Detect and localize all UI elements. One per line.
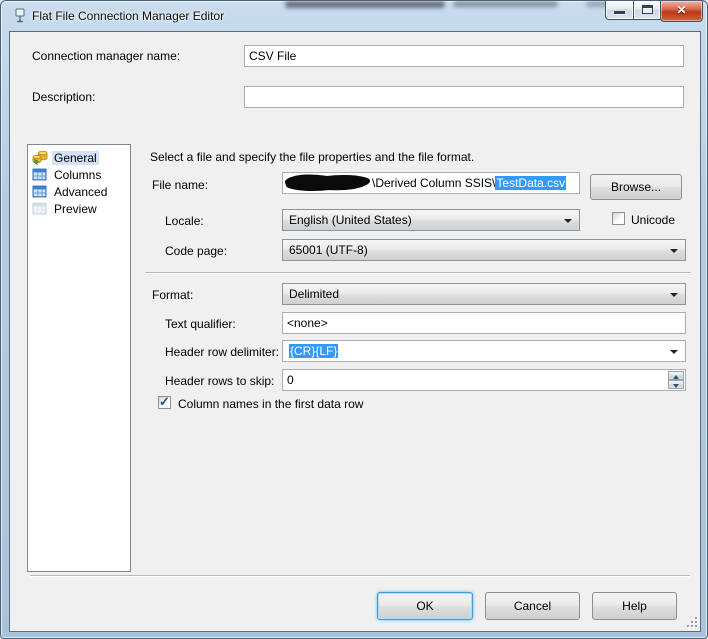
description-label: Description: <box>32 90 96 104</box>
spinner-up-icon <box>673 374 679 379</box>
code-page-label: Code page: <box>165 244 228 258</box>
browse-button[interactable]: Browse... <box>590 174 682 200</box>
connection-manager-name-label: Connection manager name: <box>32 49 181 63</box>
header-row-delimiter-dropdown[interactable]: {CR}{LF} <box>282 340 686 362</box>
minimize-button[interactable] <box>605 1 634 20</box>
window-frame: Flat File Connection Manager Editor ✕ Co… <box>0 0 708 639</box>
code-page-value: 65001 (UTF-8) <box>289 243 368 257</box>
header-row-delimiter-label: Header row delimiter: <box>165 345 280 359</box>
sidebar-item-advanced[interactable]: Advanced <box>28 183 130 200</box>
chevron-down-icon <box>670 350 678 354</box>
chevron-down-icon <box>670 293 678 297</box>
format-dropdown[interactable]: Delimited <box>282 283 686 305</box>
column-names-checkbox-label[interactable]: Column names in the first data row <box>178 397 363 411</box>
spinner-down-button[interactable] <box>668 380 684 389</box>
checkmark-icon: ✓ <box>159 394 170 409</box>
unicode-checkbox[interactable] <box>612 212 625 225</box>
connection-manager-name-input[interactable]: CSV File <box>244 45 684 67</box>
locale-dropdown[interactable]: English (United States) <box>282 209 580 231</box>
title-bar: Flat File Connection Manager Editor ✕ <box>1 1 707 31</box>
sidebar-item-columns[interactable]: Columns <box>28 166 130 183</box>
file-name-input[interactable]: \Derived Column SSIS\ TestData.csv <box>282 172 580 194</box>
section-separator <box>145 272 691 273</box>
text-qualifier-label: Text qualifier: <box>165 317 236 331</box>
sidebar-item-label: General <box>52 150 99 165</box>
dialog-body: Connection manager name: CSV File Descri… <box>9 31 701 632</box>
maximize-button[interactable] <box>633 1 661 20</box>
dialog-icon <box>13 8 27 24</box>
code-page-dropdown[interactable]: 65001 (UTF-8) <box>282 239 686 261</box>
format-value: Delimited <box>289 287 340 301</box>
spinner-up-button[interactable] <box>668 371 684 380</box>
format-label: Format: <box>152 288 194 302</box>
sidebar-item-preview[interactable]: Preview <box>28 200 130 217</box>
cancel-button[interactable]: Cancel <box>485 592 580 620</box>
ok-button[interactable]: OK <box>377 592 473 620</box>
table-icon <box>32 167 48 183</box>
sidebar-item-label: Columns <box>54 167 102 182</box>
locale-label: Locale: <box>165 214 204 228</box>
file-name-label: File name: <box>152 178 209 192</box>
locale-value: English (United States) <box>289 213 412 227</box>
spinner-down-icon <box>673 383 679 388</box>
maximize-icon <box>642 5 653 14</box>
chevron-down-icon <box>564 219 572 223</box>
table-icon <box>32 184 48 200</box>
header-rows-to-skip-label: Header rows to skip: <box>165 374 275 388</box>
header-row-delimiter-value: {CR}{LF} <box>289 344 339 358</box>
sidebar-item-general[interactable]: General <box>28 149 130 166</box>
resize-grip[interactable] <box>687 617 697 627</box>
redaction-scribble <box>285 174 370 192</box>
header-rows-to-skip-input[interactable]: 0 <box>282 369 686 391</box>
sidebar-item-label: Advanced <box>54 184 108 199</box>
pages-listbox: General Columns Advanced Preview <box>27 144 131 572</box>
close-icon: ✕ <box>676 3 687 17</box>
text-qualifier-value: <none> <box>287 316 328 330</box>
file-path-text: \Derived Column SSIS\ <box>372 176 496 190</box>
table-muted-icon <box>32 201 48 217</box>
connection-manager-name-value: CSV File <box>249 49 297 63</box>
header-rows-to-skip-value: 0 <box>287 373 294 387</box>
column-names-checkbox[interactable]: ✓ <box>158 394 171 409</box>
help-button[interactable]: Help <box>592 592 677 620</box>
close-button[interactable]: ✕ <box>660 1 703 22</box>
unicode-checkbox-label[interactable]: Unicode <box>631 213 675 227</box>
chevron-down-icon <box>670 249 678 253</box>
minimize-icon <box>614 11 625 14</box>
file-name-selected-text: TestData.csv <box>495 176 567 190</box>
sidebar-item-label: Preview <box>54 201 97 216</box>
description-input[interactable] <box>244 86 684 108</box>
window-title: Flat File Connection Manager Editor <box>32 9 225 23</box>
page-intro-text: Select a file and specify the file prope… <box>150 150 475 164</box>
text-qualifier-input[interactable]: <none> <box>282 312 686 334</box>
footer-separator <box>30 575 690 576</box>
connection-manager-icon <box>32 150 48 166</box>
spinner-controls <box>668 371 684 389</box>
